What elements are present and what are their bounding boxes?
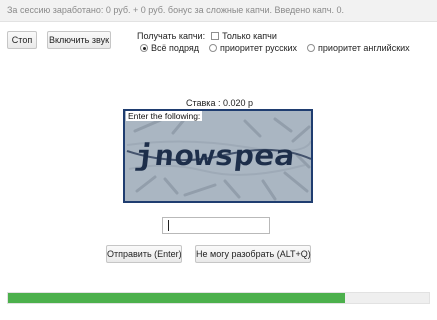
radio-all[interactable] [140, 44, 148, 52]
text-caret [168, 220, 169, 231]
enable-sound-button[interactable]: Включить звук [47, 31, 111, 49]
captcha-worker-page: За сессию заработано: 0 руб. + 0 руб. бо… [0, 0, 437, 320]
captcha-word-graphic: jnowspea [133, 139, 296, 172]
timer-progress-fill [8, 293, 345, 303]
submit-button[interactable]: Отправить (Enter) [106, 245, 182, 263]
timer-progress-bar [7, 292, 430, 304]
session-earnings-status: За сессию заработано: 0 руб. + 0 руб. бо… [0, 0, 437, 22]
radio-russian-priority-label: приоритет русских [219, 43, 298, 53]
radio-english-priority-label: приоритет английских [318, 43, 410, 53]
cant-read-button[interactable]: Не могу разобрать (ALT+Q) [195, 245, 311, 263]
rate-label: Ставка : 0.020 р [186, 98, 253, 108]
captcha-image: jnowspea Enter the following: [123, 109, 313, 203]
captcha-answer-input[interactable] [162, 217, 270, 234]
radio-english-priority[interactable] [307, 44, 316, 52]
radio-all-label: Всё подряд [151, 43, 199, 53]
captcha-distortion-graphic: jnowspea [126, 117, 311, 201]
stop-button[interactable]: Стоп [7, 31, 37, 49]
session-earnings-text: За сессию заработано: 0 руб. + 0 руб. бо… [7, 5, 344, 15]
receive-captcha-label: Получать капчи: [137, 31, 206, 41]
only-captcha-checkbox[interactable] [211, 32, 220, 40]
only-captcha-label: Только капчи [222, 31, 277, 41]
priority-radio-group: Всё подряд приоритет русских приоритет а… [140, 43, 420, 53]
receive-options-row: Получать капчи: Только капчи [137, 31, 277, 41]
radio-russian-priority[interactable] [208, 44, 217, 52]
captcha-caption: Enter the following: [126, 111, 203, 121]
